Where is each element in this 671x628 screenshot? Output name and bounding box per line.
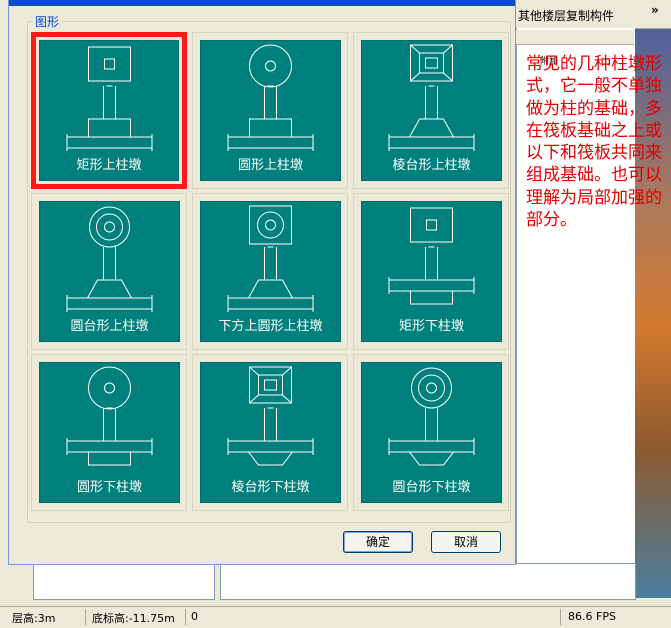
status-divider bbox=[560, 609, 561, 625]
shape-option[interactable]: 圆形上柱墩 bbox=[192, 32, 348, 189]
status-value: 0 bbox=[191, 610, 198, 623]
toolbar-overflow-icon[interactable]: » bbox=[651, 3, 659, 17]
annotation-text: 常见的几种柱墩形式，它一般不单独做为柱的基础，多在筏板基础之上或以下和筏板共同来… bbox=[526, 54, 662, 231]
status-bar: 层高:3m 底标高:-11.75m 0 86.6 FPS bbox=[0, 606, 671, 628]
info-panel bbox=[220, 563, 636, 600]
shape-option[interactable]: 圆台形下柱墩 bbox=[353, 354, 509, 511]
pier-shape-dialog: 图形 矩形上柱墩 圆形上柱墩 棱台形上柱墩圆台形上柱墩 下方上圆形上柱墩 矩形下柱墩圆形… bbox=[8, 0, 516, 565]
shape-option-label: 圆台形上柱墩 bbox=[70, 319, 149, 334]
status-divider bbox=[85, 609, 86, 625]
shape-preview: 圆台形下柱墩 bbox=[361, 362, 502, 503]
shape-option[interactable]: 矩形上柱墩 bbox=[31, 32, 187, 189]
shape-option[interactable]: 圆形下柱墩 bbox=[31, 354, 187, 511]
shape-option-label: 圆形上柱墩 bbox=[237, 158, 303, 173]
shape-preview: 圆形上柱墩 bbox=[200, 40, 341, 181]
shape-option[interactable]: 圆台形上柱墩 bbox=[31, 193, 187, 350]
properties-panel-header bbox=[516, 30, 634, 45]
shape-option-label: 圆台形下柱墩 bbox=[392, 480, 471, 495]
shape-group-label: 图形 bbox=[33, 13, 62, 30]
shape-preview: 棱台形下柱墩 bbox=[200, 362, 341, 503]
shape-preview: 圆形下柱墩 bbox=[39, 362, 180, 503]
bottom-elevation-status: 底标高:-11.75m bbox=[92, 612, 175, 625]
shape-option-label: 棱台形下柱墩 bbox=[231, 480, 310, 495]
shape-option-label: 矩形下柱墩 bbox=[398, 319, 464, 334]
ok-button[interactable]: 确定 bbox=[343, 531, 413, 553]
status-divider bbox=[185, 609, 186, 625]
shape-preview: 下方上圆形上柱墩 bbox=[200, 201, 341, 342]
copy-from-other-floor-button[interactable]: 其他楼层复制构件 bbox=[518, 7, 614, 24]
shape-preview: 矩形上柱墩 bbox=[39, 40, 179, 181]
floor-height-status: 层高:3m bbox=[12, 612, 56, 625]
shape-preview: 圆台形上柱墩 bbox=[39, 201, 180, 342]
shape-option[interactable]: 矩形下柱墩 bbox=[353, 193, 509, 350]
fps-status: 86.6 FPS bbox=[568, 610, 616, 623]
dialog-title-bar bbox=[9, 0, 515, 6]
shape-preview: 棱台形上柱墩 bbox=[361, 40, 502, 181]
shape-preview: 矩形下柱墩 bbox=[361, 201, 502, 342]
shape-option-label: 棱台形上柱墩 bbox=[392, 158, 471, 173]
shape-option[interactable]: 棱台形下柱墩 bbox=[192, 354, 348, 511]
shape-grid: 矩形上柱墩 圆形上柱墩 棱台形上柱墩圆台形上柱墩 下方上圆形上柱墩 矩形下柱墩圆形下柱墩… bbox=[31, 32, 509, 516]
shape-option-label: 圆形下柱墩 bbox=[76, 480, 142, 495]
shape-option[interactable]: 下方上圆形上柱墩 bbox=[192, 193, 348, 350]
component-list-panel bbox=[33, 563, 215, 600]
shape-option[interactable]: 棱台形上柱墩 bbox=[353, 32, 509, 189]
shape-option-label: 矩形上柱墩 bbox=[76, 158, 142, 173]
shape-option-label: 下方上圆形上柱墩 bbox=[218, 319, 323, 334]
cancel-button[interactable]: 取消 bbox=[431, 531, 501, 553]
